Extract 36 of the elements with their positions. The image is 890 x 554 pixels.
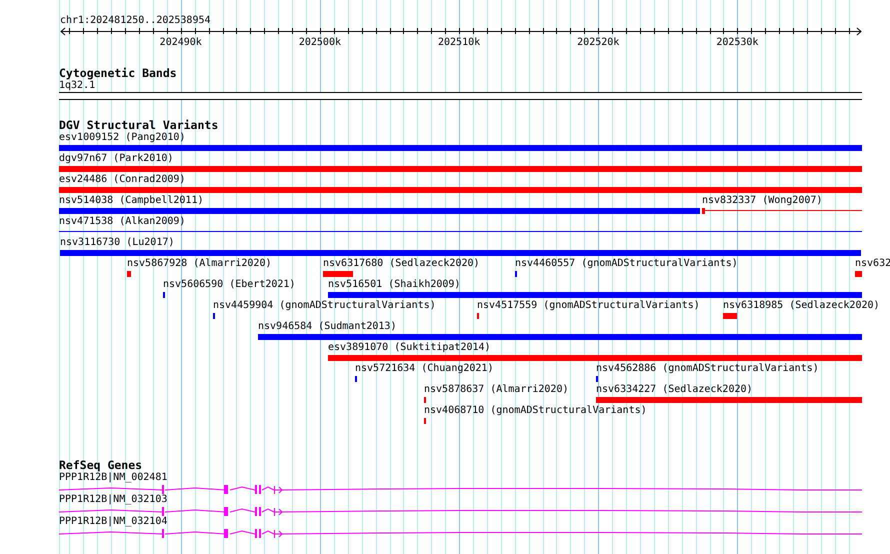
variant-label: nsv514038 (Campbell2011) bbox=[59, 195, 204, 207]
variant-label: nsv4459904 (gnomADStructuralVariants) bbox=[213, 300, 436, 312]
variant-label: nsv632 bbox=[855, 258, 890, 270]
variant-label: esv1009152 (Pang2010) bbox=[59, 132, 186, 144]
variant-label: nsv4517559 (gnomADStructuralVariants) bbox=[477, 300, 700, 312]
variant-label: nsv5878637 (Almarri2020) bbox=[424, 384, 568, 396]
variant-label: nsv4562886 (gnomADStructuralVariants) bbox=[596, 363, 819, 375]
tick-label: 202490k bbox=[160, 37, 202, 47]
variant-label: nsv5721634 (Chuang2021) bbox=[355, 363, 494, 375]
variant-label: esv24486 (Conrad2009) bbox=[59, 174, 186, 186]
track-title: RefSeq Genes bbox=[59, 459, 142, 472]
track-title: DGV Structural Variants bbox=[59, 119, 218, 132]
tick-label: 202510k bbox=[438, 37, 480, 47]
gene-label: PPP1R12B|NM_032104 bbox=[59, 516, 168, 528]
variant-label: nsv6317680 (Sedlazeck2020) bbox=[323, 258, 480, 270]
gene-label: PPP1R12B|NM_002481 bbox=[59, 472, 168, 484]
variant-label: nsv6318985 (Sedlazeck2020) bbox=[723, 300, 880, 312]
variant-label: nsv832337 (Wong2007) bbox=[702, 195, 822, 207]
variant-label: nsv471538 (Alkan2009) bbox=[59, 216, 186, 228]
variant-label: nsv4460557 (gnomADStructuralVariants) bbox=[515, 258, 738, 270]
variant-label: dgv97n67 (Park2010) bbox=[59, 153, 174, 165]
variant-label: nsv5606590 (Ebert2021) bbox=[163, 279, 296, 291]
tick-label: 202520k bbox=[577, 37, 620, 47]
track-title: Cytogenetic Bands bbox=[59, 67, 177, 80]
tick-label: 202530k bbox=[716, 37, 758, 47]
variant-label: nsv3116730 (Lu2017) bbox=[60, 237, 174, 249]
variant-label: esv3891070 (Suktitipat2014) bbox=[328, 342, 491, 354]
variant-label: nsv4068710 (gnomADStructuralVariants) bbox=[424, 405, 647, 417]
gene-label: PPP1R12B|NM_032103 bbox=[59, 494, 168, 506]
variant-label: nsv6334227 (Sedlazeck2020) bbox=[596, 384, 753, 396]
tick-label: 202500k bbox=[298, 37, 341, 47]
band-label: 1q32.1 bbox=[59, 80, 96, 92]
variant-label: nsv946584 (Sudmant2013) bbox=[258, 321, 396, 333]
locus-label: chr1:202481250..202538954 bbox=[60, 15, 211, 27]
variant-label: nsv516501 (Shaikh2009) bbox=[328, 279, 460, 291]
variant-label: nsv5867928 (Almarri2020) bbox=[127, 258, 272, 270]
